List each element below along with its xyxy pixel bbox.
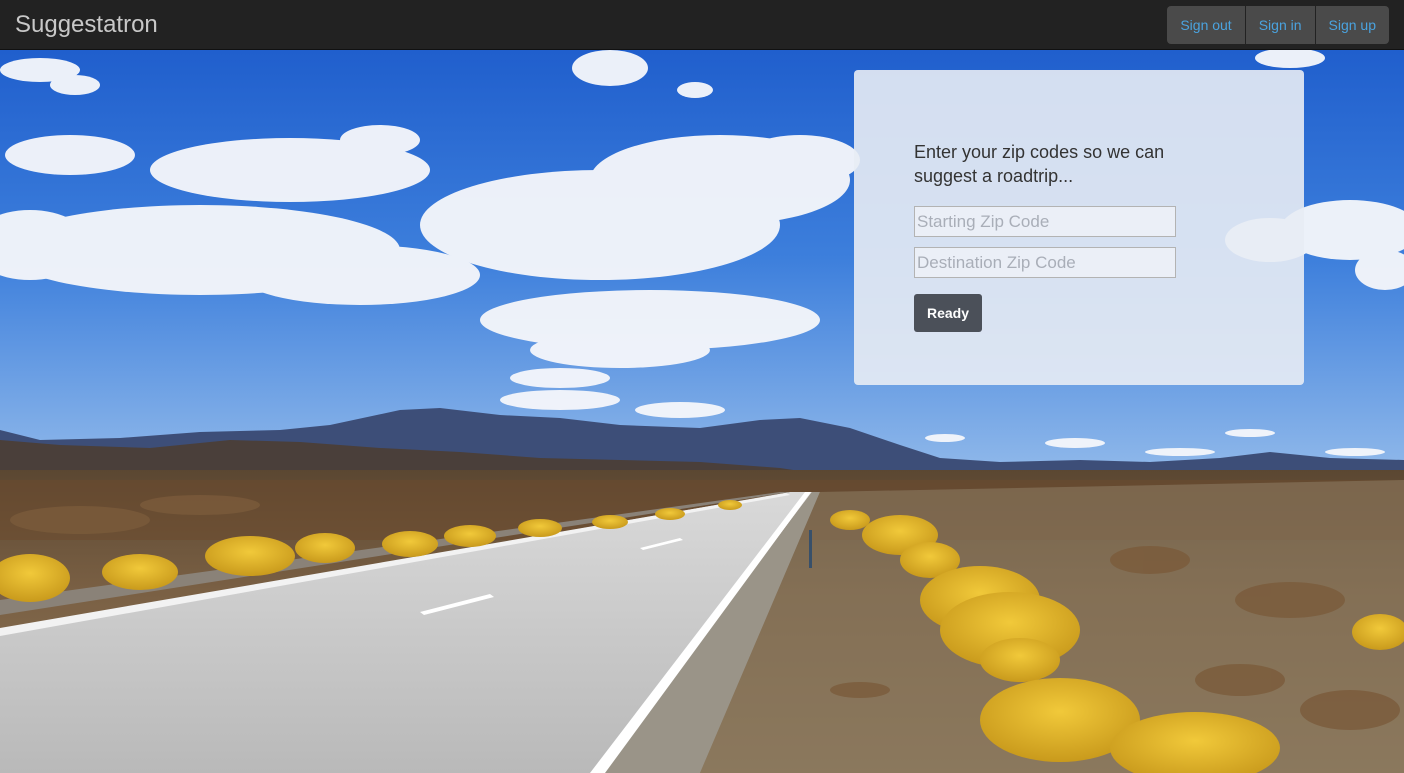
- sign-out-button[interactable]: Sign out: [1167, 6, 1245, 44]
- sign-in-button[interactable]: Sign in: [1245, 6, 1315, 44]
- form-prompt-text: Enter your zip codes so we can suggest a…: [914, 142, 1165, 186]
- brand-logo-link[interactable]: Suggestatron: [15, 10, 158, 40]
- top-navbar: Suggestatron Sign out Sign in Sign up: [0, 0, 1404, 50]
- starting-zip-input[interactable]: [914, 206, 1176, 237]
- roadtrip-form-panel: Enter your zip codes so we can suggest a…: [854, 70, 1304, 385]
- ready-button[interactable]: Ready: [914, 294, 983, 332]
- destination-zip-input[interactable]: [914, 247, 1176, 278]
- page: Suggestatron Sign out Sign in Sign up En…: [0, 0, 1404, 773]
- auth-button-group: Sign out Sign in Sign up: [1167, 6, 1389, 44]
- sign-up-button[interactable]: Sign up: [1315, 6, 1389, 44]
